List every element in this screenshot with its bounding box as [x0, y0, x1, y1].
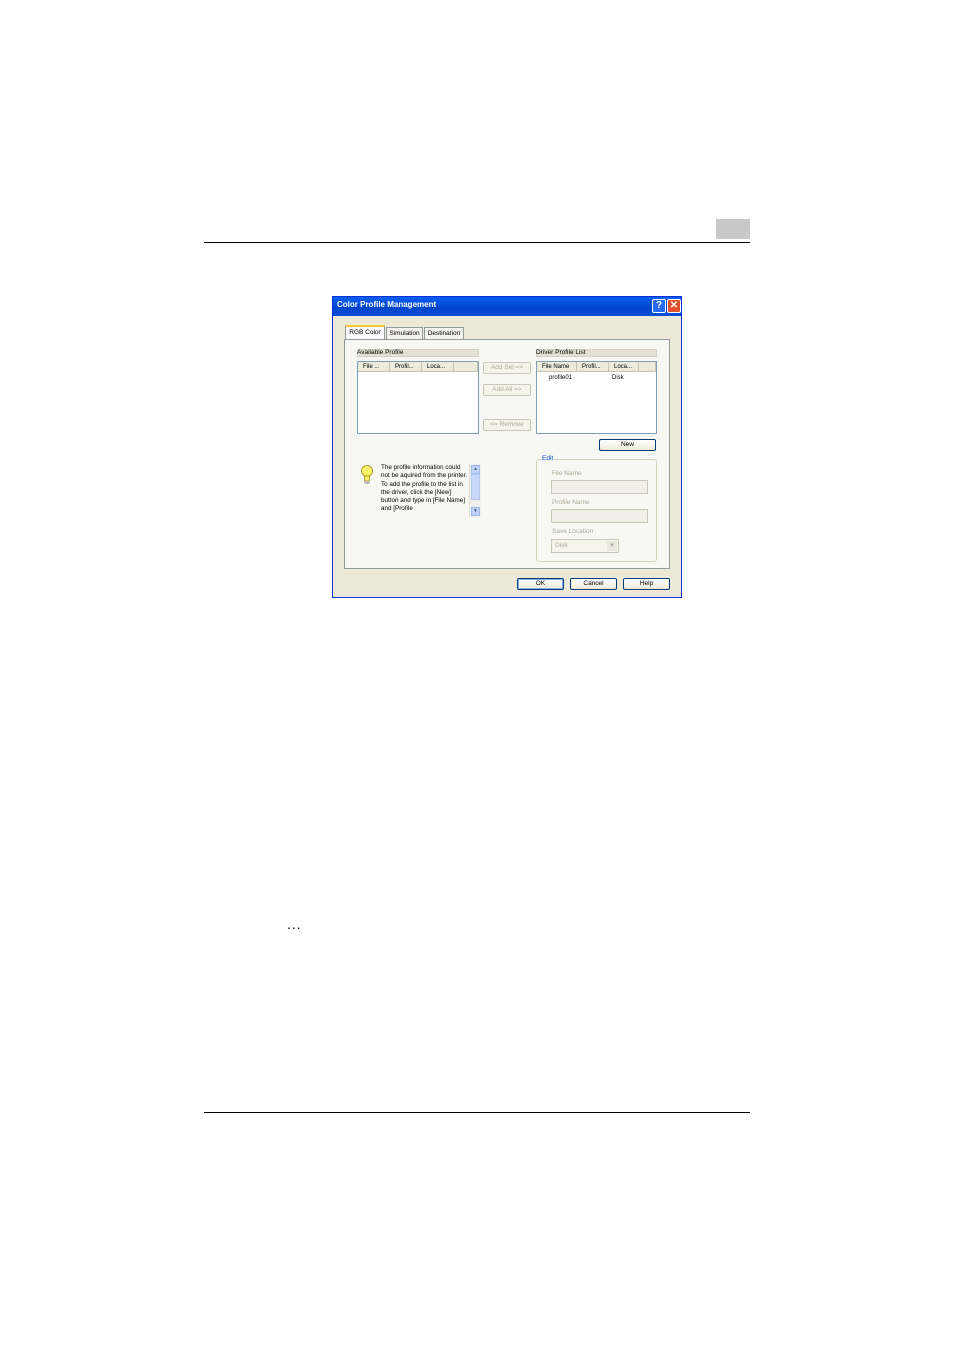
chevron-down-icon[interactable]: ▼	[607, 541, 617, 551]
edit-group-title: Edit	[541, 455, 555, 462]
scroll-up-icon[interactable]: ▲	[471, 465, 480, 474]
file-name-field[interactable]	[551, 480, 648, 494]
column-header-file-name[interactable]: File Name	[537, 362, 577, 372]
profile-name-field[interactable]	[551, 509, 648, 523]
lightbulb-icon	[361, 465, 373, 484]
save-location-value: Disk	[555, 542, 568, 549]
footer-rule	[204, 1112, 750, 1113]
profile-name-label: Profile Name	[552, 499, 590, 506]
tab-simulation[interactable]: Simulation	[386, 327, 423, 339]
help-button[interactable]: Help	[623, 578, 670, 590]
column-header-profile[interactable]: Profil...	[577, 362, 609, 372]
column-header-spacer	[454, 362, 478, 372]
remove-button[interactable]: <= Remove	[483, 419, 531, 431]
close-icon[interactable]: ✕	[667, 299, 681, 313]
title-bar[interactable]: Color Profile Management ? ✕	[333, 297, 681, 316]
tab-rgb-color[interactable]: RGB Color	[345, 325, 385, 340]
tab-destination[interactable]: Destination	[424, 327, 464, 339]
new-button[interactable]: New	[599, 439, 656, 451]
available-profile-list[interactable]: File ... Profil... Loca...	[357, 361, 479, 434]
ok-button[interactable]: OK	[517, 578, 564, 590]
column-header-location[interactable]: Loca...	[609, 362, 639, 372]
column-header-file[interactable]: File ...	[358, 362, 390, 372]
scroll-down-icon[interactable]: ▼	[471, 507, 480, 516]
chapter-tab	[716, 219, 750, 239]
header-rule	[204, 242, 750, 243]
cancel-button[interactable]: Cancel	[570, 578, 617, 590]
driver-profile-list[interactable]: File Name Profil... Loca... profile01 Di…	[536, 361, 657, 434]
add-selected-button[interactable]: Add Sel =>	[483, 362, 531, 374]
dialog-title: Color Profile Management	[337, 300, 437, 309]
file-name-label: File Name	[552, 470, 582, 477]
save-location-label: Save Location	[552, 528, 594, 535]
driver-profile-list-label: Driver Profile List	[536, 349, 586, 356]
column-header-profile[interactable]: Profil...	[390, 362, 422, 372]
available-profile-label: Available Profile	[357, 349, 404, 356]
column-header-location[interactable]: Loca...	[422, 362, 454, 372]
save-location-select[interactable]: Disk ▼	[551, 539, 619, 553]
ellipsis-marker: ...	[287, 916, 302, 932]
scroll-thumb[interactable]	[471, 474, 480, 500]
info-scrollbar[interactable]: ▲ ▼	[469, 464, 481, 517]
table-row-file-name[interactable]: profile01	[549, 375, 572, 381]
help-icon[interactable]: ?	[652, 299, 666, 313]
info-message: The profile information could not be aqu…	[381, 464, 468, 513]
column-header-spacer	[639, 362, 656, 372]
table-row-location[interactable]: Disk	[612, 375, 624, 381]
add-all-button[interactable]: Add All =>	[483, 384, 531, 396]
